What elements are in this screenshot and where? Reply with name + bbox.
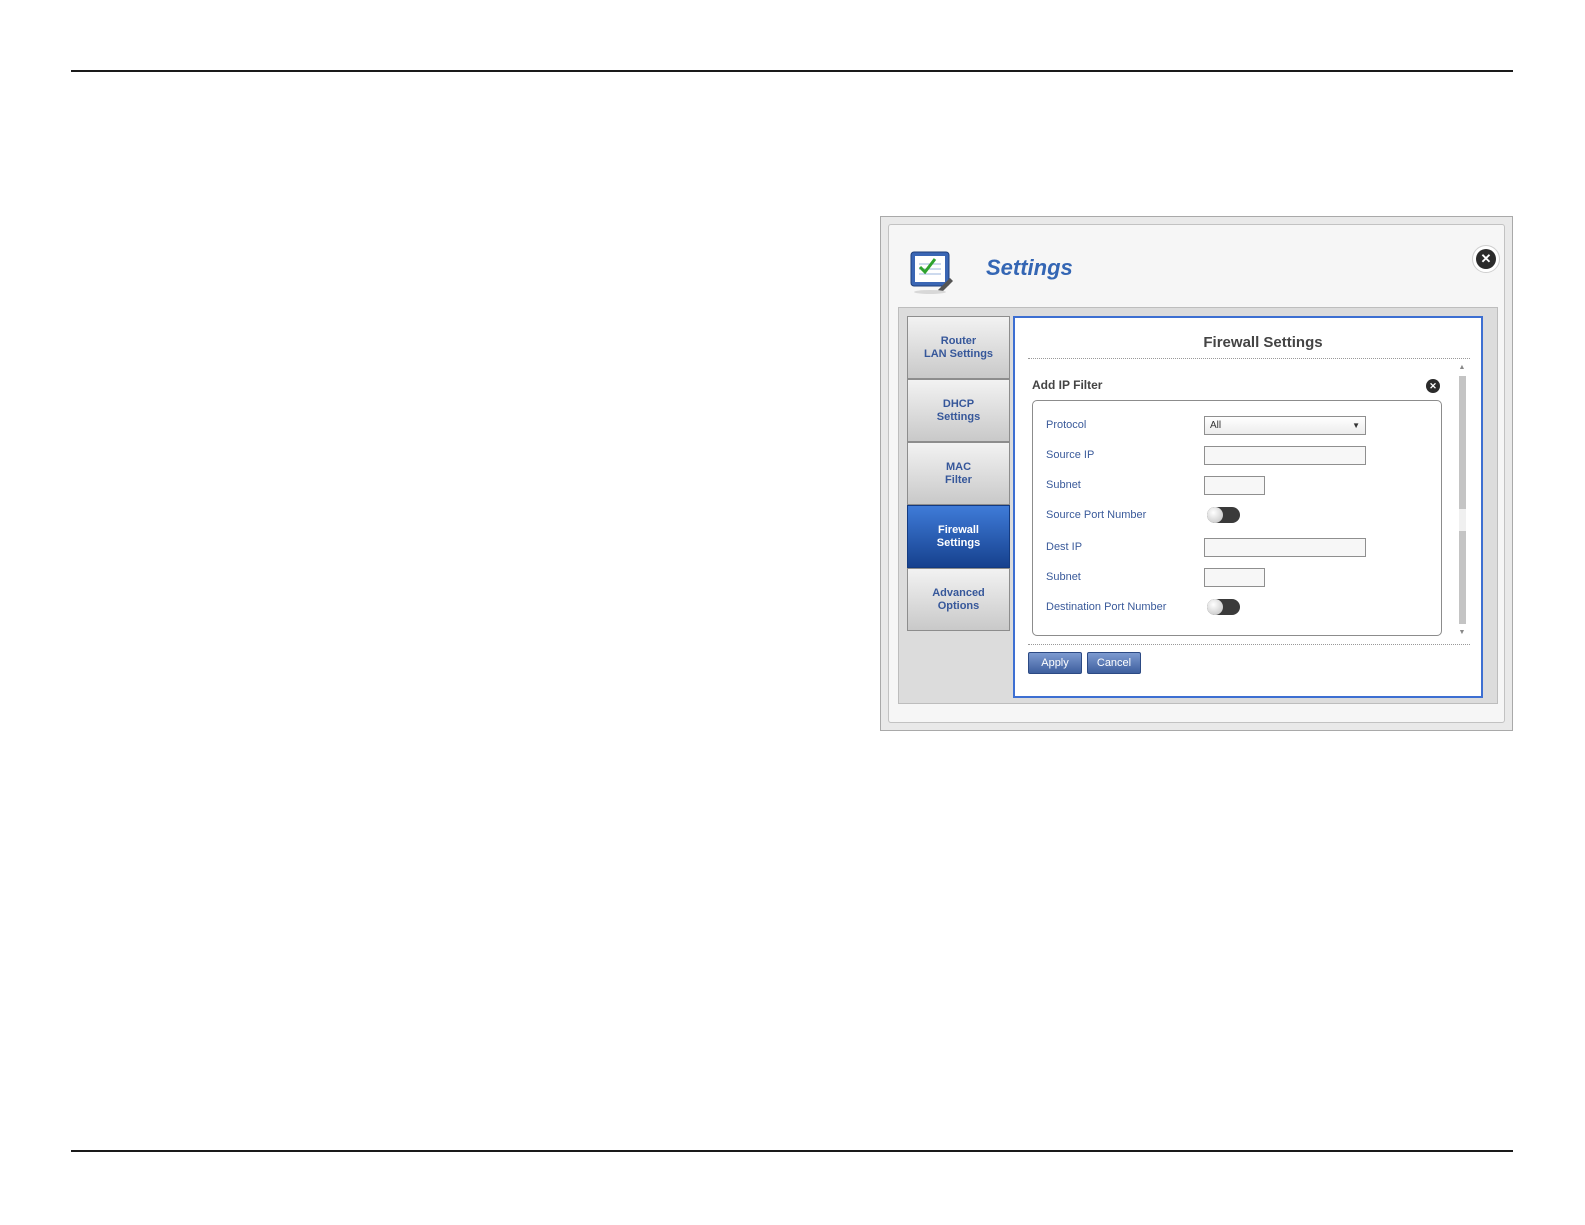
tab-advanced-options[interactable]: Advanced Options <box>907 568 1010 631</box>
toggle-knob <box>1207 507 1223 523</box>
settings-tabs: Router LAN Settings DHCP Settings MAC Fi… <box>907 316 1010 631</box>
section-close-icon[interactable]: ✕ <box>1426 379 1440 393</box>
settings-body: Router LAN Settings DHCP Settings MAC Fi… <box>898 307 1498 704</box>
source-subnet-label: Subnet <box>1046 479 1081 491</box>
settings-window: Settings ✕ Router LAN Settings DHCP Sett… <box>880 216 1513 731</box>
panel-scrollbar[interactable]: ▲ ▼ <box>1457 364 1467 636</box>
scroll-thumb[interactable] <box>1459 376 1466 509</box>
close-icon: ✕ <box>1476 249 1496 269</box>
tab-label-line1: DHCP <box>942 397 975 410</box>
tab-firewall-settings[interactable]: Firewall Settings <box>907 505 1010 568</box>
source-subnet-input[interactable] <box>1204 476 1265 495</box>
protocol-select[interactable]: All ▼ <box>1204 416 1366 435</box>
tab-router-lan-settings[interactable]: Router LAN Settings <box>907 316 1010 379</box>
section-title: Add IP Filter <box>1032 378 1103 392</box>
source-port-toggle[interactable] <box>1207 507 1240 523</box>
firewall-settings-panel: Firewall Settings Add IP Filter ✕ Protoc… <box>1013 316 1483 698</box>
window-title: Settings <box>986 255 1073 280</box>
scroll-down-icon[interactable]: ▼ <box>1457 629 1467 636</box>
scroll-up-icon[interactable]: ▲ <box>1457 364 1467 371</box>
window-close-button[interactable]: ✕ <box>1472 245 1500 273</box>
divider <box>1028 358 1470 359</box>
dest-port-label: Destination Port Number <box>1046 601 1167 613</box>
tab-label-line2: Options <box>937 599 980 612</box>
dest-ip-input[interactable] <box>1204 538 1366 557</box>
scroll-thumb-lower[interactable] <box>1459 531 1466 624</box>
window-frame: Settings ✕ Router LAN Settings DHCP Sett… <box>888 224 1505 723</box>
tab-label-line1: Advanced <box>932 586 985 599</box>
dropdown-arrow-icon: ▼ <box>1352 421 1360 430</box>
ip-filter-form: Protocol All ▼ Source IP Subnet Source P… <box>1032 400 1442 636</box>
dest-subnet-input[interactable] <box>1204 568 1265 587</box>
tab-label-line1: MAC <box>945 460 972 473</box>
dest-subnet-label: Subnet <box>1046 571 1081 583</box>
tab-label-line1: Firewall <box>938 523 979 536</box>
tab-mac-filter[interactable]: MAC Filter <box>907 442 1010 505</box>
dest-port-toggle[interactable] <box>1207 599 1240 615</box>
cancel-button[interactable]: Cancel <box>1087 652 1141 674</box>
source-ip-input[interactable] <box>1204 446 1366 465</box>
tab-label-line2: Filter <box>945 473 972 486</box>
bottom-rule <box>71 1150 1513 1152</box>
toggle-knob <box>1207 599 1223 615</box>
protocol-label: Protocol <box>1046 419 1087 431</box>
tab-label-line2: Settings <box>936 410 981 423</box>
tab-label-line2: LAN Settings <box>923 347 994 360</box>
source-port-label: Source Port Number <box>1046 509 1147 521</box>
apply-button[interactable]: Apply <box>1028 652 1082 674</box>
tab-label-line2: Settings <box>936 536 981 549</box>
source-ip-label: Source IP <box>1046 449 1095 461</box>
tab-label-line1: Router <box>940 334 977 347</box>
tab-dhcp-settings[interactable]: DHCP Settings <box>907 379 1010 442</box>
panel-title: Firewall Settings <box>1203 334 1323 351</box>
divider <box>1028 644 1470 645</box>
dest-ip-label: Dest IP <box>1046 541 1083 553</box>
top-rule <box>71 70 1513 72</box>
settings-checklist-icon <box>910 251 953 294</box>
protocol-selected-value: All <box>1210 420 1222 431</box>
